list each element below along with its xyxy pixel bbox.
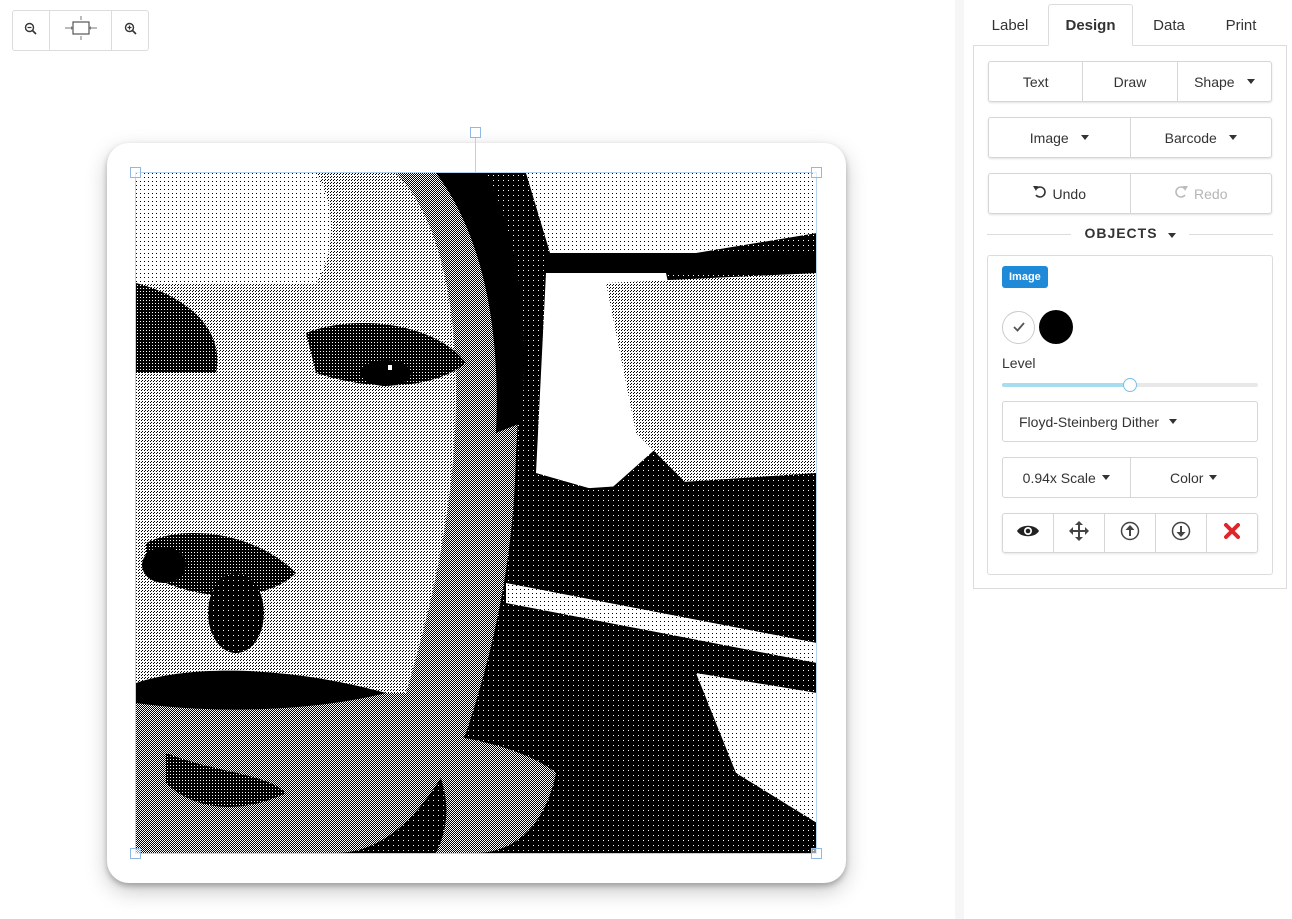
caret-down-icon bbox=[1228, 135, 1237, 140]
delete-button[interactable] bbox=[1207, 514, 1257, 552]
level-slider[interactable] bbox=[1002, 378, 1258, 392]
zoom-in-icon bbox=[124, 22, 137, 40]
objects-header[interactable]: OBJECTS bbox=[987, 220, 1273, 242]
caret-down-icon bbox=[1209, 475, 1218, 480]
object-actions bbox=[1002, 513, 1258, 553]
caret-down-icon bbox=[1101, 475, 1110, 480]
zoom-in-button[interactable] bbox=[112, 11, 148, 50]
resize-handle-bottom-left[interactable] bbox=[130, 848, 141, 859]
zoom-toolbar bbox=[12, 10, 149, 51]
fit-to-screen-button[interactable] bbox=[50, 11, 113, 50]
swatch-white[interactable] bbox=[1002, 311, 1035, 344]
arrow-up-circle-icon bbox=[1120, 521, 1140, 546]
tab-print[interactable]: Print bbox=[1205, 4, 1277, 46]
history-group: Undo Redo bbox=[988, 173, 1272, 214]
image-dropdown-label: Image bbox=[1029, 129, 1069, 146]
panel-tabs: Label Design Data Print bbox=[973, 4, 1287, 46]
caret-down-icon bbox=[1080, 135, 1089, 140]
panel-divider bbox=[955, 0, 964, 919]
scale-dropdown[interactable]: 0.94x Scale bbox=[1003, 458, 1131, 497]
swatch-black[interactable] bbox=[1039, 310, 1073, 344]
caret-down-icon bbox=[1169, 419, 1178, 424]
zoom-out-button[interactable] bbox=[13, 11, 50, 50]
resize-handle-top-right[interactable] bbox=[811, 167, 822, 178]
tab-label[interactable]: Label bbox=[973, 4, 1047, 46]
color-dropdown-label: Color bbox=[1170, 469, 1204, 486]
tab-data[interactable]: Data bbox=[1133, 4, 1205, 46]
redo-button[interactable]: Redo bbox=[1131, 174, 1272, 213]
slider-fill bbox=[1002, 383, 1130, 387]
visibility-button[interactable] bbox=[1003, 514, 1054, 552]
rotation-line bbox=[475, 137, 476, 173]
objects-title: OBJECTS bbox=[1084, 225, 1158, 241]
text-button[interactable]: Text bbox=[989, 62, 1084, 101]
object-card: Image Level Floyd-Steinberg Dither 0.94x… bbox=[987, 255, 1273, 575]
objects-title-wrap: OBJECTS bbox=[987, 225, 1273, 241]
move-button[interactable] bbox=[1054, 514, 1105, 552]
resize-handle-bottom-right[interactable] bbox=[811, 848, 822, 859]
zoom-out-icon bbox=[24, 22, 37, 40]
undo-label: Undo bbox=[1052, 185, 1086, 202]
caret-down-icon bbox=[1167, 233, 1176, 238]
text-button-label: Text bbox=[1022, 73, 1049, 90]
rotate-handle[interactable] bbox=[470, 127, 481, 138]
shape-dropdown[interactable]: Shape bbox=[1178, 62, 1271, 101]
check-icon bbox=[1012, 319, 1025, 337]
redo-label: Redo bbox=[1194, 185, 1228, 202]
design-panel: Label Design Data Print Text Draw Shape … bbox=[973, 0, 1287, 589]
objects-divider-right bbox=[1189, 234, 1273, 235]
undo-button[interactable]: Undo bbox=[989, 174, 1131, 213]
move-arrows-icon bbox=[1069, 520, 1089, 546]
insert-group-2: Image Barcode bbox=[988, 117, 1272, 158]
barcode-dropdown[interactable]: Barcode bbox=[1131, 118, 1272, 157]
draw-button[interactable]: Draw bbox=[1083, 62, 1178, 101]
barcode-dropdown-label: Barcode bbox=[1164, 129, 1217, 146]
dithered-image[interactable] bbox=[136, 173, 817, 853]
delete-x-icon bbox=[1224, 522, 1240, 544]
fit-to-screen-icon bbox=[64, 16, 98, 45]
bring-forward-button[interactable] bbox=[1105, 514, 1156, 552]
undo-icon bbox=[1032, 185, 1047, 202]
tab-design[interactable]: Design bbox=[1048, 4, 1133, 46]
level-label: Level bbox=[1002, 355, 1036, 371]
caret-down-icon bbox=[1246, 79, 1255, 84]
object-type-badge: Image bbox=[1002, 266, 1048, 288]
shape-dropdown-label: Shape bbox=[1194, 73, 1235, 90]
draw-button-label: Draw bbox=[1113, 73, 1147, 90]
slider-thumb[interactable] bbox=[1123, 378, 1137, 392]
dither-select[interactable]: Floyd-Steinberg Dither bbox=[1002, 401, 1258, 442]
send-backward-button[interactable] bbox=[1156, 514, 1207, 552]
color-dropdown[interactable]: Color bbox=[1131, 458, 1258, 497]
arrow-down-circle-icon bbox=[1171, 521, 1191, 546]
eye-icon bbox=[1016, 524, 1040, 543]
resize-handle-top-left[interactable] bbox=[130, 167, 141, 178]
scale-color-group: 0.94x Scale Color bbox=[1002, 457, 1258, 498]
insert-group-1: Text Draw Shape bbox=[988, 61, 1272, 102]
dither-select-label: Floyd-Steinberg Dither bbox=[1019, 413, 1160, 430]
scale-dropdown-label: 0.94x Scale bbox=[1022, 469, 1096, 486]
redo-icon bbox=[1174, 185, 1189, 202]
image-dropdown[interactable]: Image bbox=[989, 118, 1131, 157]
